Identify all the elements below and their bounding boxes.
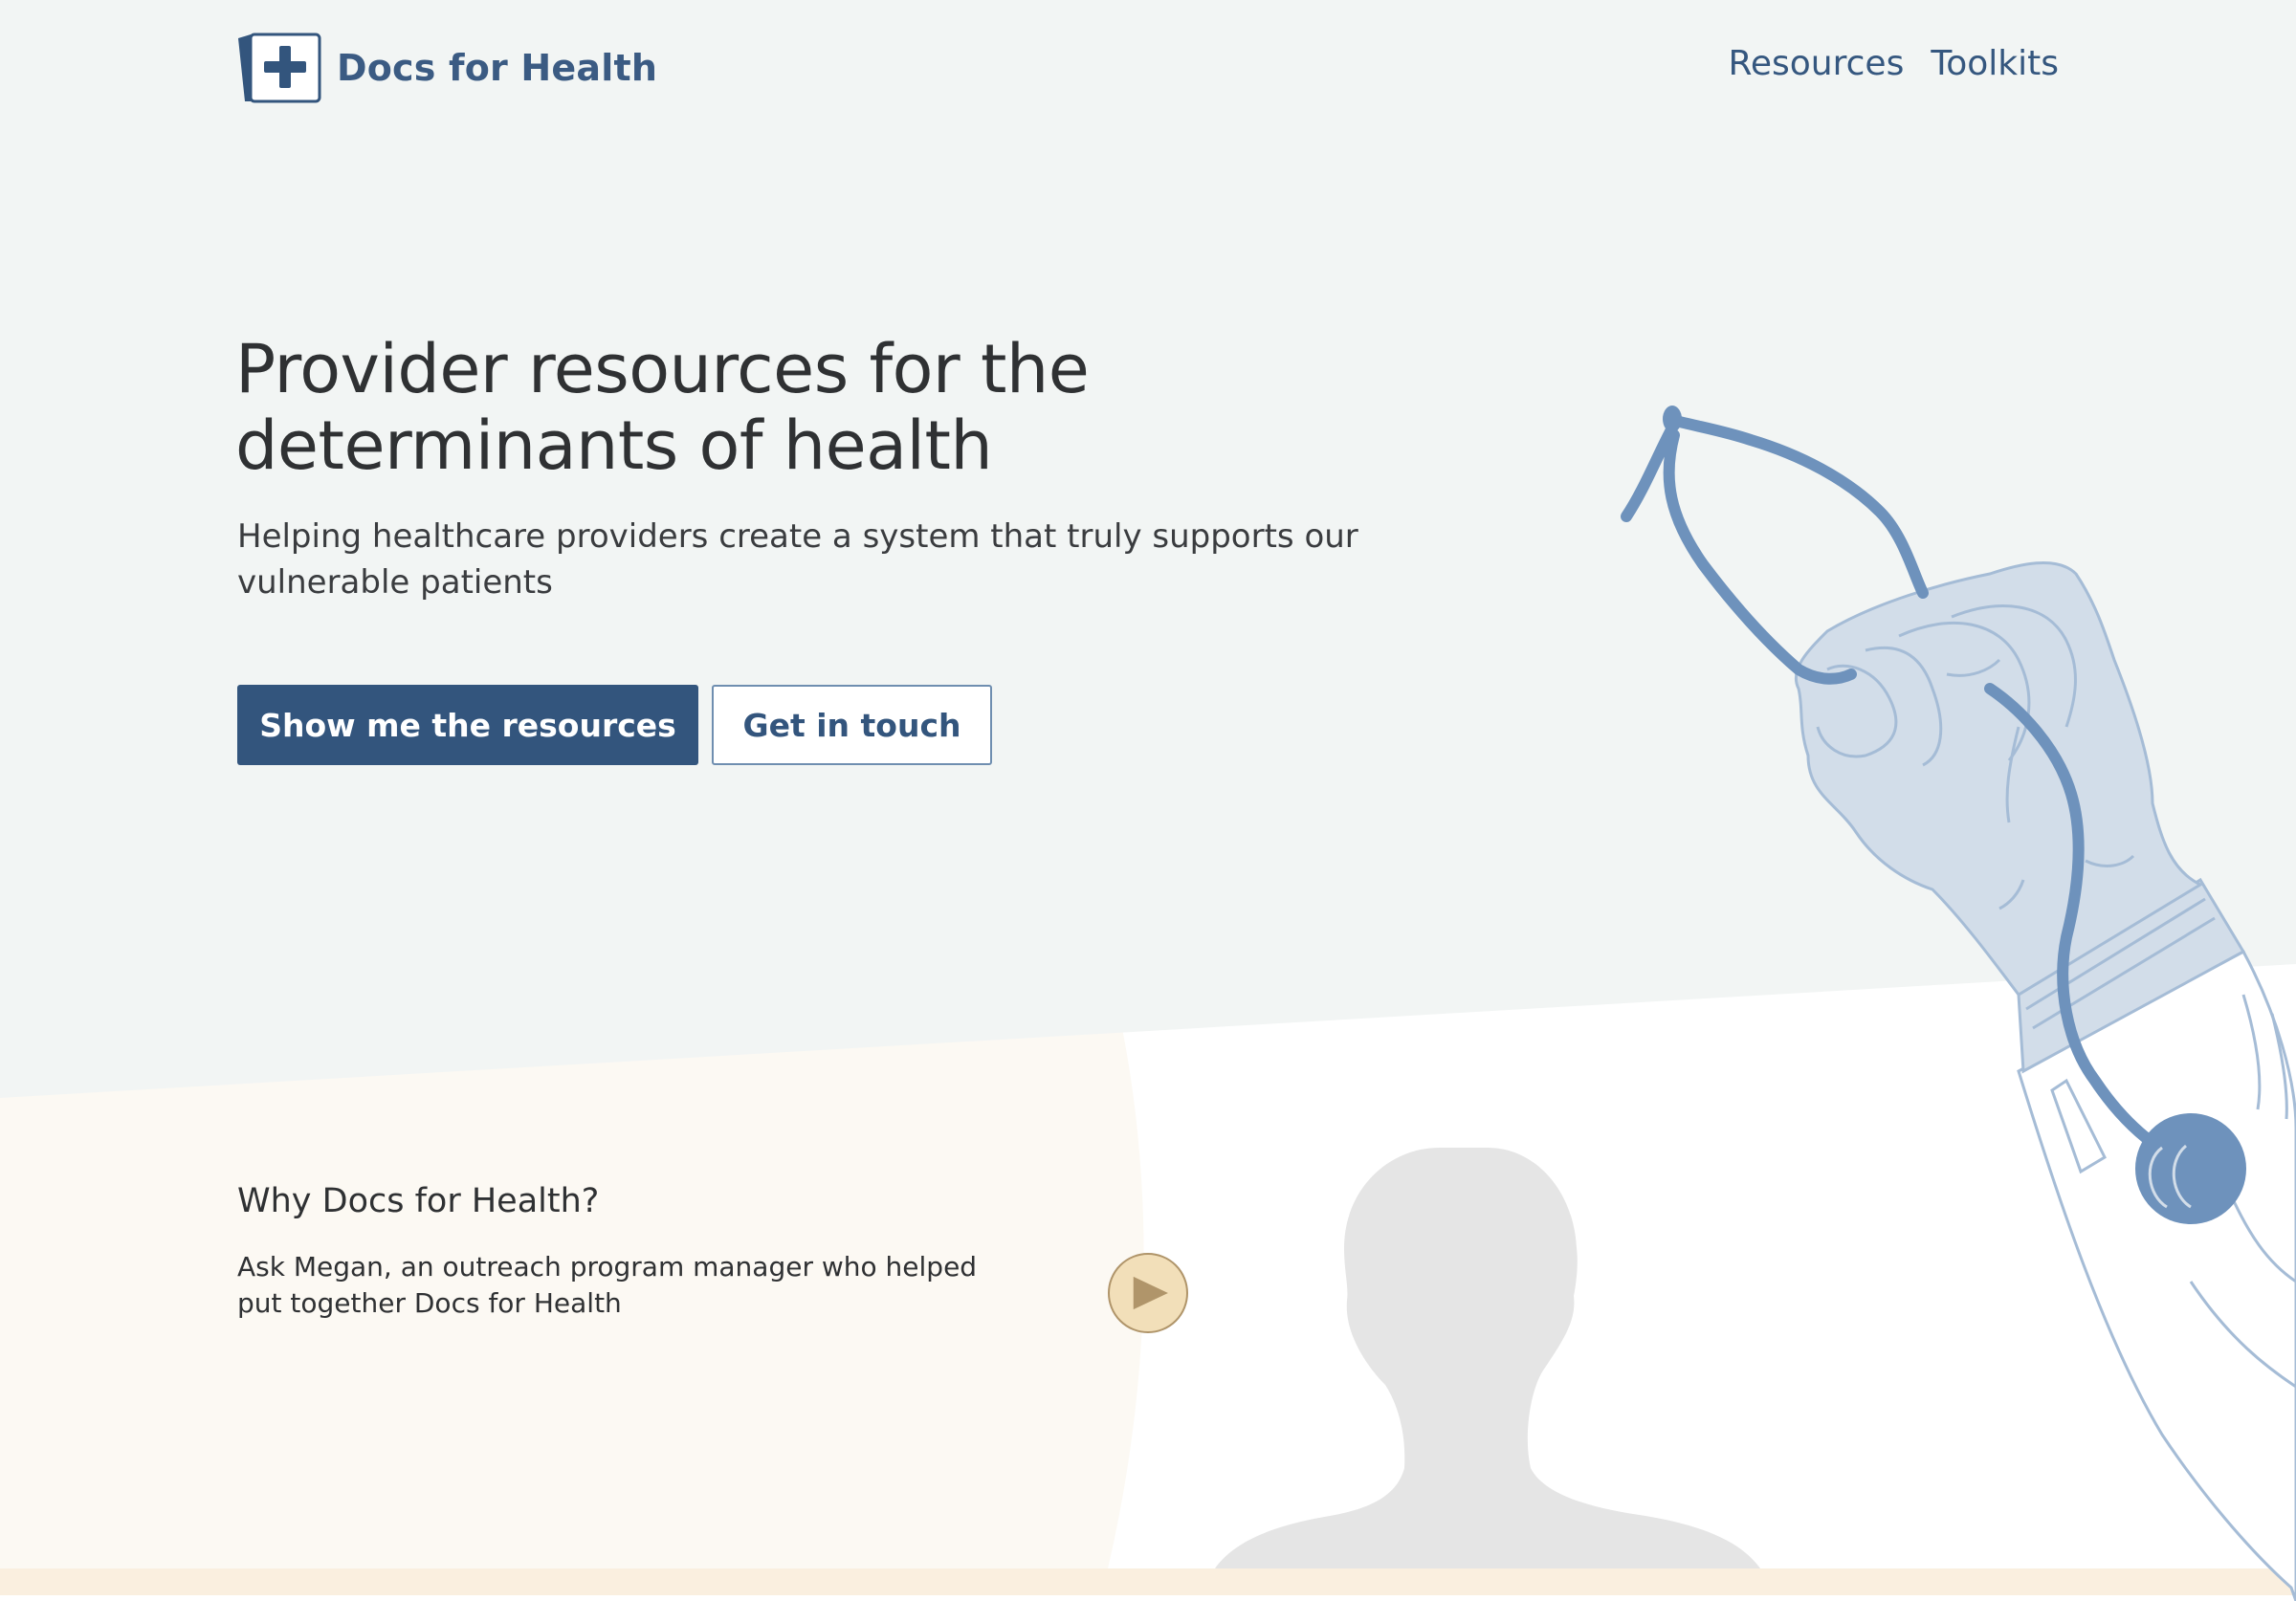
- brand-logo-link[interactable]: Docs for Health: [235, 33, 657, 103]
- show-resources-button[interactable]: Show me the resources: [237, 685, 698, 765]
- page: Docs for Health Resources Toolkits Provi…: [0, 0, 2296, 1601]
- hero-subtitle: Helping healthcare providers create a sy…: [237, 517, 1358, 602]
- hero-title: Provider resources for the determinants …: [235, 330, 1090, 485]
- play-icon: [1133, 1276, 1168, 1310]
- brand-name: Docs for Health: [337, 47, 658, 89]
- why-description: Ask Megan, an outreach program manager w…: [237, 1251, 978, 1319]
- main-navigation: Resources Toolkits: [1728, 44, 2059, 83]
- why-heading: Why Docs for Health?: [237, 1182, 600, 1220]
- video-play-button[interactable]: [1108, 1253, 1188, 1333]
- medical-plus-icon: [238, 33, 321, 103]
- nav-link-resources[interactable]: Resources: [1728, 44, 1904, 83]
- nav-link-toolkits[interactable]: Toolkits: [1931, 44, 2059, 83]
- get-in-touch-button[interactable]: Get in touch: [712, 685, 992, 765]
